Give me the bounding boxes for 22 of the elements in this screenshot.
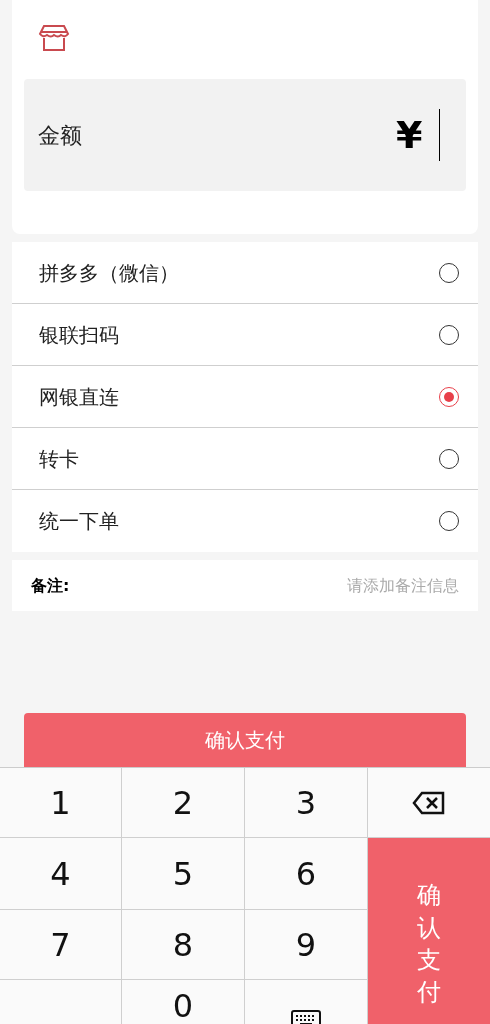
currency-symbol: ¥ [396,111,423,159]
text-cursor [438,109,440,161]
digit-key[interactable]: 7 [0,910,122,980]
digit-key[interactable]: 5 [122,838,245,910]
amount-label: 金额 [38,121,82,150]
payment-option[interactable]: 网银直连 [12,366,478,428]
digit-key[interactable]: 8 [122,910,245,980]
payment-option[interactable]: 拼多多（微信） [12,242,478,304]
note-field[interactable]: 请添加备注信息 [69,573,459,598]
payment-option[interactable]: 转卡 [12,428,478,490]
payment-option[interactable]: 统一下单 [12,490,478,552]
note-row[interactable]: 备注: 请添加备注信息 [12,560,478,611]
backspace-icon [412,790,446,815]
note-label: 备注: [31,574,70,597]
store-icon [38,24,70,52]
digit-key[interactable]: 2 [122,768,245,838]
digit-key[interactable]: 4 [0,838,122,910]
amount-field[interactable]: 金额 ¥ [24,79,466,191]
payment-option[interactable]: 银联扫码 [12,304,478,366]
digit-key[interactable]: 3 [245,768,368,838]
digit-key[interactable]: 1 [0,768,122,838]
digit-key[interactable]: 0 [122,980,245,1024]
